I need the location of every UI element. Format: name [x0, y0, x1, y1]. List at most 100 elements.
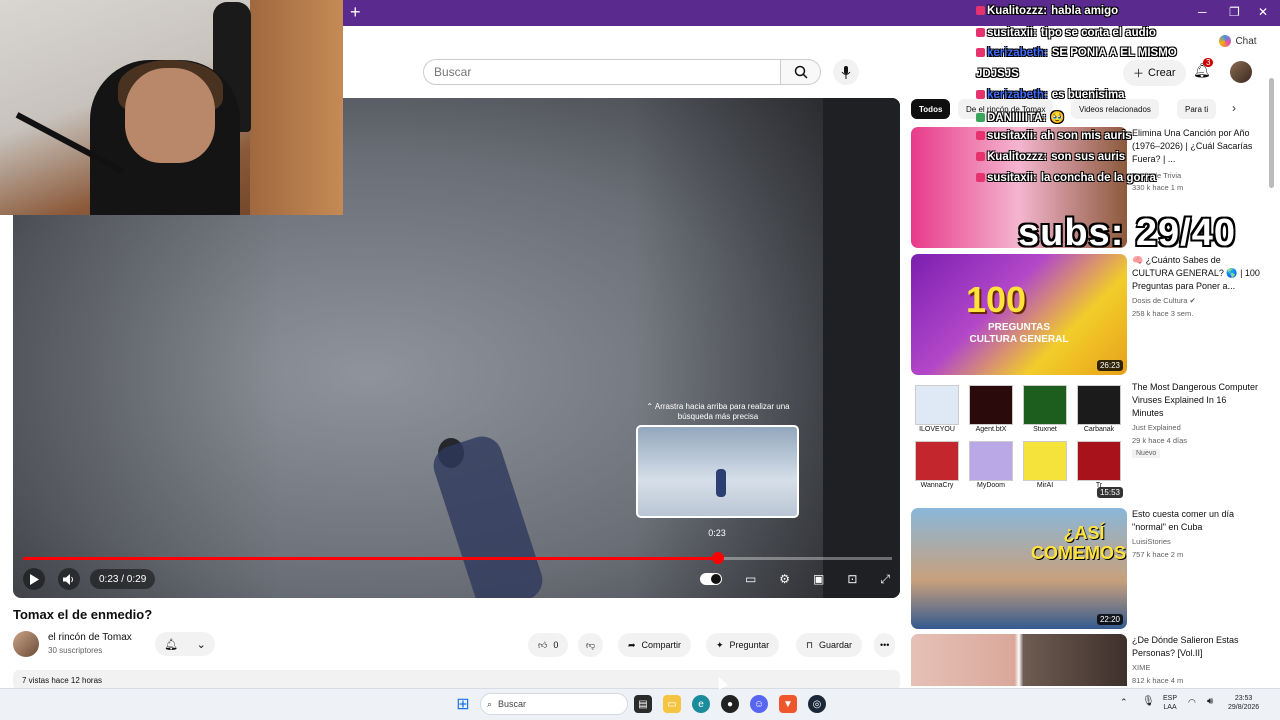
plus-icon: ＋ — [1133, 68, 1144, 80]
more-actions-button[interactable]: ••• — [874, 633, 896, 657]
brave-browser-icon[interactable]: ▼ — [779, 695, 797, 713]
rec-thumbnail-5[interactable] — [911, 634, 1127, 686]
search-button[interactable] — [781, 59, 821, 85]
rec-title-2[interactable]: 🧠 ¿Cuánto Sabes de CULTURA GENERAL? 🌎 | … — [1132, 254, 1260, 293]
ask-button[interactable]: ✦ Preguntar — [706, 633, 780, 657]
account-avatar[interactable] — [1230, 61, 1252, 83]
rec-thumbnail-3[interactable]: ILOVEYOU Agent.btX Stuxnet Carbanak Wann… — [911, 381, 1127, 502]
close-window-button[interactable]: ✕ — [1258, 5, 1268, 19]
sparkle-icon: ✦ — [716, 639, 724, 650]
minimize-button[interactable]: ─ — [1198, 5, 1207, 19]
chip-related[interactable]: Videos relacionados — [1071, 99, 1159, 119]
voice-search-button[interactable] — [833, 59, 859, 85]
obs-icon[interactable]: ● — [721, 695, 739, 713]
language-indicator[interactable]: ESP LAA — [1163, 694, 1177, 712]
play-icon — [30, 573, 39, 585]
share-button[interactable]: ➦ Compartir — [618, 633, 692, 657]
chat-message: kerizabeth: es buenisima — [976, 89, 1125, 101]
dislike-button[interactable]: 👎︎ — [578, 633, 604, 657]
thumbs-down-icon: 👎︎ — [586, 639, 596, 650]
bell-icon: 🔔︎ — [164, 638, 179, 651]
windows-start-icon[interactable]: ⊞ — [454, 695, 472, 713]
new-badge: Nuevo — [1132, 449, 1161, 458]
chip-for-you[interactable]: Para ti — [1177, 99, 1217, 119]
rec-duration-3: 15:53 — [1096, 487, 1123, 498]
channel-avatar[interactable] — [13, 631, 39, 657]
autoplay-toggle[interactable] — [700, 573, 722, 585]
time-display: 0:23 / 0:29 — [90, 569, 156, 589]
share-icon: ➦ — [628, 639, 636, 650]
bookmark-icon: ⊓ — [806, 639, 814, 650]
wifi-icon[interactable]: ◠ — [1188, 698, 1196, 707]
discord-icon[interactable]: ☺ — [750, 695, 768, 713]
clock[interactable]: 23:53 29/8/2026 — [1228, 694, 1259, 712]
copilot-icon — [1219, 35, 1232, 47]
rec-meta-1: 330 k hace 1 m — [1132, 183, 1184, 192]
ask-label: Preguntar — [729, 640, 770, 650]
cast-icon[interactable]: ⊡ — [847, 572, 857, 586]
chat-button[interactable]: Chat — [1214, 30, 1262, 52]
chat-label: Chat — [1235, 35, 1257, 47]
taskbar-search[interactable]: ⌕ Buscar — [480, 693, 628, 715]
chat-message: susitaxii: tipo se corta el audio — [976, 27, 1156, 39]
chat-badge-icon — [976, 173, 985, 183]
chevron-down-icon: ⌄ — [196, 638, 206, 651]
thumbs-up-icon: 👍︎ — [538, 639, 548, 650]
description-box[interactable] — [13, 670, 900, 690]
fullscreen-icon[interactable]: ⤢ — [880, 572, 890, 587]
rec-title-4[interactable]: Esto cuesta comer un día "normal" en Cub… — [1132, 508, 1260, 534]
video-frame-edge — [823, 98, 900, 598]
chat-badge-icon — [976, 6, 985, 16]
settings-gear-icon[interactable]: ⚙ — [779, 572, 790, 586]
rec-channel-5[interactable]: XIME — [1132, 663, 1150, 672]
chat-message: susitaxii: ah son mis auris — [976, 130, 1132, 142]
rec-thumbnail-2[interactable]: 100 PREGUNTAS CULTURA GENERAL 26:23 — [911, 254, 1127, 375]
chat-message: Kualitozzz: habla amigo — [976, 5, 1118, 17]
maximize-button[interactable]: ❐ — [1229, 5, 1240, 19]
notes-app-icon[interactable]: ▤ — [634, 695, 652, 713]
edge-browser-icon[interactable]: e — [692, 695, 710, 713]
chat-badge-icon — [976, 113, 985, 123]
virus-tile: WannaCry — [915, 441, 959, 489]
miniplayer-icon[interactable]: ▣ — [813, 572, 824, 586]
create-button[interactable]: ＋ Crear — [1123, 60, 1186, 86]
rec-thumb-subtitle: PREGUNTAS CULTURA GENERAL — [969, 322, 1069, 345]
virus-tile: Agent.btX — [969, 385, 1013, 433]
new-tab-button[interactable]: + — [350, 3, 361, 21]
rec-channel-2[interactable]: Dosis de Cultura ✔ — [1132, 296, 1196, 305]
rec-channel-3[interactable]: Just Explained — [1132, 423, 1181, 432]
webcam-background-door — [250, 0, 343, 215]
save-label: Guardar — [819, 640, 853, 650]
streamer-face — [125, 68, 215, 163]
page-scrollbar[interactable] — [1267, 50, 1277, 685]
play-button[interactable] — [23, 568, 45, 590]
subscribed-button[interactable]: 🔔︎ ⌄ — [155, 632, 215, 656]
channel-name[interactable]: el rincón de Tomax — [48, 632, 132, 643]
view-stats: 7 vistas hace 12 horas — [22, 676, 103, 685]
player-right-controls: ▭ ⚙ ▣ ⊡ ⤢ — [700, 568, 890, 590]
subtitles-icon[interactable]: ▭ — [745, 572, 756, 586]
tray-mic-icon[interactable]: 🎙︎ — [1142, 697, 1155, 707]
scrollbar-thumb[interactable] — [1269, 78, 1274, 188]
virus-tile: Stuxnet — [1023, 385, 1067, 433]
chevron-right-icon[interactable]: › — [1232, 101, 1236, 115]
rec-title-5[interactable]: ¿De Dónde Salieron Estas Personas? [Vol.… — [1132, 634, 1260, 660]
search-input[interactable]: Buscar — [423, 59, 781, 85]
like-button[interactable]: 👍︎ 0 — [528, 633, 569, 657]
virus-tile: Carbanak — [1077, 385, 1121, 433]
rec-meta-4: 757 k hace 2 m — [1132, 550, 1184, 559]
speaker-icon[interactable]: 🔊︎ — [1207, 697, 1213, 707]
rec-channel-4[interactable]: LuisiStories — [1132, 537, 1171, 546]
steam-icon[interactable]: ◎ — [808, 695, 826, 713]
chat-message: kerizabeth: SE PONIA A EL MISMO — [976, 47, 1177, 59]
volume-button[interactable] — [58, 568, 80, 590]
search-icon: ⌕ — [487, 698, 493, 709]
rec-title-3[interactable]: The Most Dangerous Computer Viruses Expl… — [1132, 381, 1260, 420]
save-button[interactable]: ⊓ Guardar — [796, 633, 863, 657]
share-label: Compartir — [641, 640, 682, 650]
rec-thumbnail-4[interactable]: ¿ASÍ COMEMOS? 22:20 — [911, 508, 1127, 629]
tray-chevron-up-icon[interactable]: ⌃ — [1120, 698, 1128, 707]
chip-all[interactable]: Todos — [911, 99, 951, 119]
file-explorer-icon[interactable]: ▭ — [663, 695, 681, 713]
rec-title-1[interactable]: Elimina Una Canción por Año (1976–2026) … — [1132, 127, 1260, 166]
